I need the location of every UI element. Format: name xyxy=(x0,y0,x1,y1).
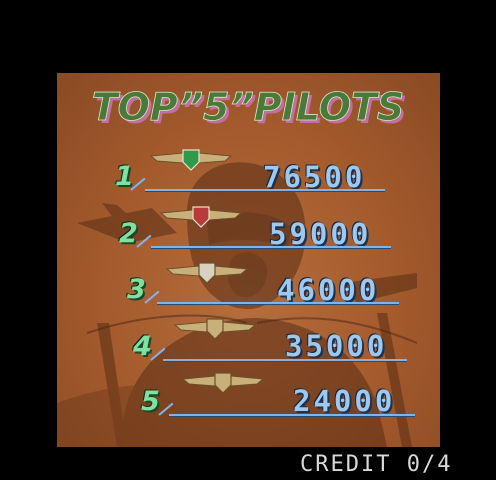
wings-badge-icon xyxy=(159,206,243,228)
row-3-underline xyxy=(157,302,399,304)
credit-counter: CREDIT 0/4 xyxy=(300,452,453,477)
score-5: 24000 xyxy=(293,384,396,418)
title-graphic: TOP”5”PILOTS TOP”5”PILOTS xyxy=(91,85,407,132)
rank-3: 3 xyxy=(127,274,146,305)
rank-5: 5 xyxy=(141,386,160,417)
wings-badge-icon xyxy=(149,149,233,171)
rank-2: 2 xyxy=(119,218,138,249)
row-4-underline xyxy=(163,359,407,361)
rank-4: 4 xyxy=(133,331,152,362)
wings-badge-icon xyxy=(173,318,257,340)
score-4: 35000 xyxy=(285,329,388,363)
page-title: TOP”5”PILOTS xyxy=(92,85,405,129)
highscore-panel: TOP”5”PILOTS TOP”5”PILOTS 1 76500 2 5900… xyxy=(57,73,440,447)
wings-badge-icon xyxy=(181,372,265,394)
row-1-underline xyxy=(145,189,385,191)
row-5-underline xyxy=(169,414,415,416)
wings-badge-icon xyxy=(165,262,249,284)
row-2-underline xyxy=(151,246,391,248)
